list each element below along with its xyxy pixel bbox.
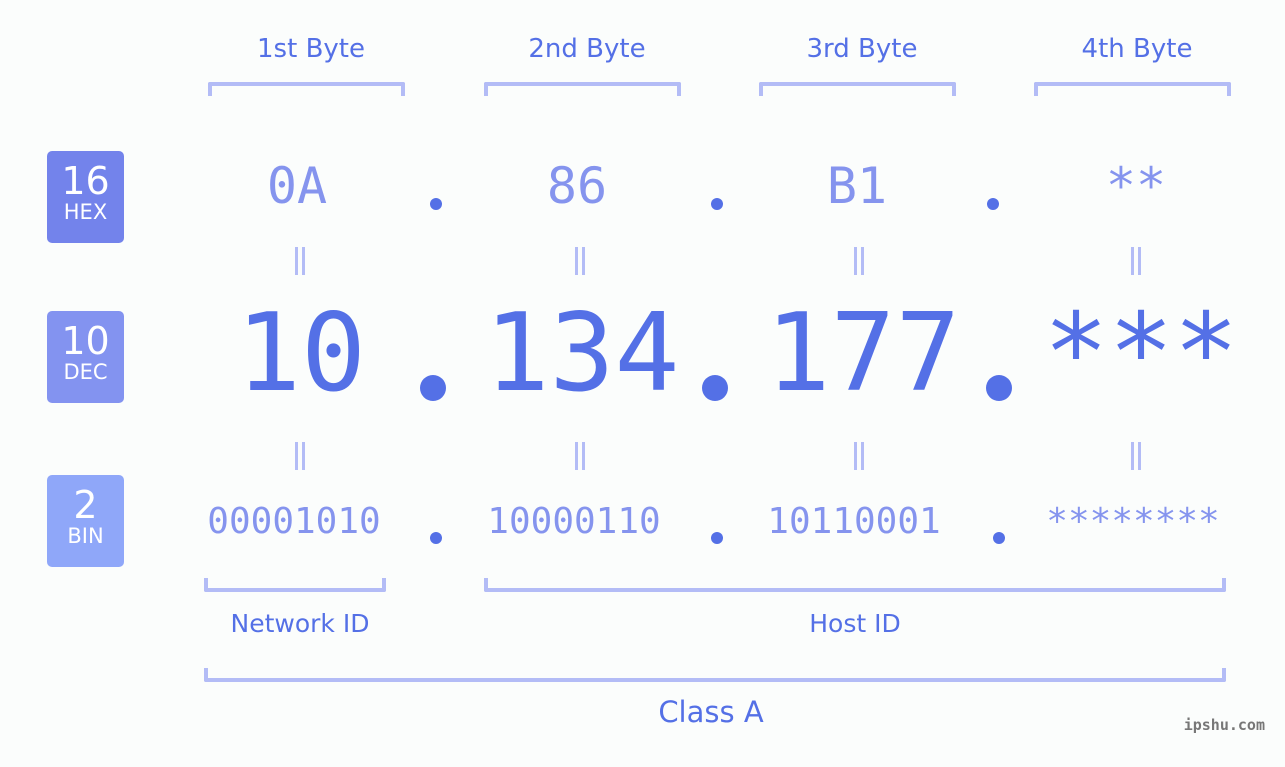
hex-byte-1: 0A xyxy=(266,157,328,215)
equals-icon xyxy=(1129,442,1143,470)
bin-byte-3: 10110001 xyxy=(767,501,941,542)
bin-separator-dot xyxy=(993,532,1005,544)
equals-icon xyxy=(573,247,587,275)
host-id-label: Host ID xyxy=(809,609,901,638)
equals-icon xyxy=(573,442,587,470)
bin-badge: 2 BIN xyxy=(47,475,124,567)
dec-byte-4: *** xyxy=(1043,291,1239,416)
hex-separator-dot xyxy=(711,198,723,210)
byte-bracket-1 xyxy=(208,82,405,96)
bin-badge-number: 2 xyxy=(73,483,98,527)
hex-badge-number: 16 xyxy=(61,159,110,203)
hex-separator-dot xyxy=(430,198,442,210)
bin-byte-4: ******** xyxy=(1046,501,1220,542)
class-label: Class A xyxy=(658,695,764,729)
dec-badge-number: 10 xyxy=(61,319,110,363)
bin-separator-dot xyxy=(430,532,442,544)
equals-icon xyxy=(852,247,866,275)
network-id-label: Network ID xyxy=(230,609,370,638)
equals-icon xyxy=(1129,247,1143,275)
watermark: ipshu.com xyxy=(1183,716,1265,734)
host-id-bracket xyxy=(484,578,1226,592)
equals-icon xyxy=(293,247,307,275)
class-bracket xyxy=(204,668,1226,682)
byte-label-4: 4th Byte xyxy=(1081,34,1193,64)
byte-label-3: 3rd Byte xyxy=(806,34,918,64)
byte-label-1: 1st Byte xyxy=(257,34,365,64)
hex-badge: 16 HEX xyxy=(47,151,124,243)
bin-separator-dot xyxy=(711,532,723,544)
dec-separator-dot xyxy=(986,375,1012,401)
dec-byte-1: 10 xyxy=(235,291,367,416)
dec-badge: 10 DEC xyxy=(47,311,124,403)
dec-separator-dot xyxy=(420,375,446,401)
dec-byte-3: 177 xyxy=(765,291,961,416)
hex-byte-3: B1 xyxy=(826,157,888,215)
byte-bracket-2 xyxy=(484,82,681,96)
byte-label-2: 2nd Byte xyxy=(528,34,646,64)
equals-icon xyxy=(293,442,307,470)
byte-bracket-3 xyxy=(759,82,956,96)
dec-badge-label: DEC xyxy=(63,360,108,384)
bin-byte-2: 10000110 xyxy=(487,501,661,542)
hex-separator-dot xyxy=(987,198,999,210)
hex-byte-2: 86 xyxy=(546,157,608,215)
network-id-bracket xyxy=(204,578,386,592)
dec-byte-2: 134 xyxy=(484,291,680,416)
bin-byte-1: 00001010 xyxy=(207,501,381,542)
hex-byte-4: ** xyxy=(1105,157,1167,215)
equals-icon xyxy=(852,442,866,470)
hex-badge-label: HEX xyxy=(63,200,108,224)
byte-bracket-4 xyxy=(1034,82,1231,96)
bin-badge-label: BIN xyxy=(67,524,104,548)
dec-separator-dot xyxy=(702,375,728,401)
